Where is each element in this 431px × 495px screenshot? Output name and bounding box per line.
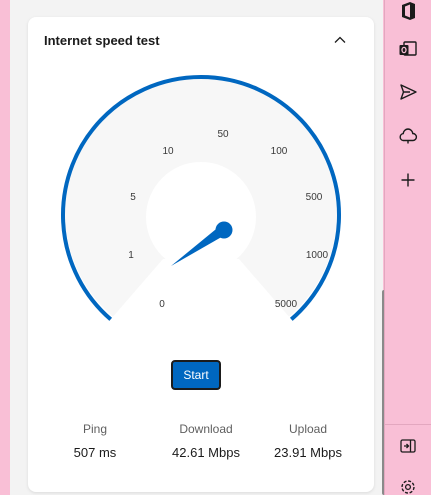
tick-label: 0 xyxy=(159,299,165,310)
download-label: Download xyxy=(179,422,233,436)
download-stat: Download 42.61 Mbps xyxy=(151,422,261,460)
tick-label: 1 xyxy=(128,250,134,261)
ping-label: Ping xyxy=(82,422,108,436)
onedrive-icon xyxy=(399,128,418,144)
start-button[interactable]: Start xyxy=(171,360,221,390)
chevron-up-icon xyxy=(334,36,346,43)
sidebar-toggle-icon xyxy=(400,439,416,453)
widget-panel: Internet speed test 0 1 5 10 50 100 500 … xyxy=(10,0,386,495)
needle-cap xyxy=(215,221,233,239)
tick-label: 500 xyxy=(306,192,323,203)
tick-label: 5 xyxy=(130,192,136,203)
speed-test-card: Internet speed test 0 1 5 10 50 100 500 … xyxy=(28,17,374,492)
onedrive-button[interactable] xyxy=(397,124,419,146)
office-button[interactable] xyxy=(397,0,419,22)
tick-label: 10 xyxy=(162,146,174,157)
settings-button[interactable] xyxy=(397,476,419,495)
tick-label: 50 xyxy=(217,129,229,140)
sidebar-divider xyxy=(385,424,431,425)
outlook-icon xyxy=(399,41,417,56)
upload-value: 23.91 Mbps xyxy=(274,445,342,460)
upload-label: Upload xyxy=(288,422,328,436)
collapse-button[interactable] xyxy=(326,27,354,53)
send-button[interactable] xyxy=(397,81,419,103)
office-icon xyxy=(402,2,415,20)
gauge-hub xyxy=(146,162,256,272)
add-button[interactable] xyxy=(397,169,419,191)
add-icon xyxy=(401,173,415,187)
speedometer-gauge: 0 1 5 10 50 100 500 1000 5000 xyxy=(61,75,341,329)
download-value: 42.61 Mbps xyxy=(172,445,240,460)
settings-icon xyxy=(401,480,415,494)
upload-stat: Upload 23.91 Mbps xyxy=(253,422,363,460)
tick-label: 1000 xyxy=(306,250,329,261)
edge-sidebar xyxy=(384,0,431,495)
send-icon xyxy=(400,84,417,100)
outlook-button[interactable] xyxy=(397,38,419,60)
tick-label: 5000 xyxy=(275,299,298,310)
tick-label: 100 xyxy=(271,146,288,157)
ping-stat: Ping 507 ms xyxy=(40,422,150,460)
ping-value: 507 ms xyxy=(73,445,117,460)
card-title: Internet speed test xyxy=(44,33,160,48)
sidebar-toggle-button[interactable] xyxy=(397,435,419,457)
